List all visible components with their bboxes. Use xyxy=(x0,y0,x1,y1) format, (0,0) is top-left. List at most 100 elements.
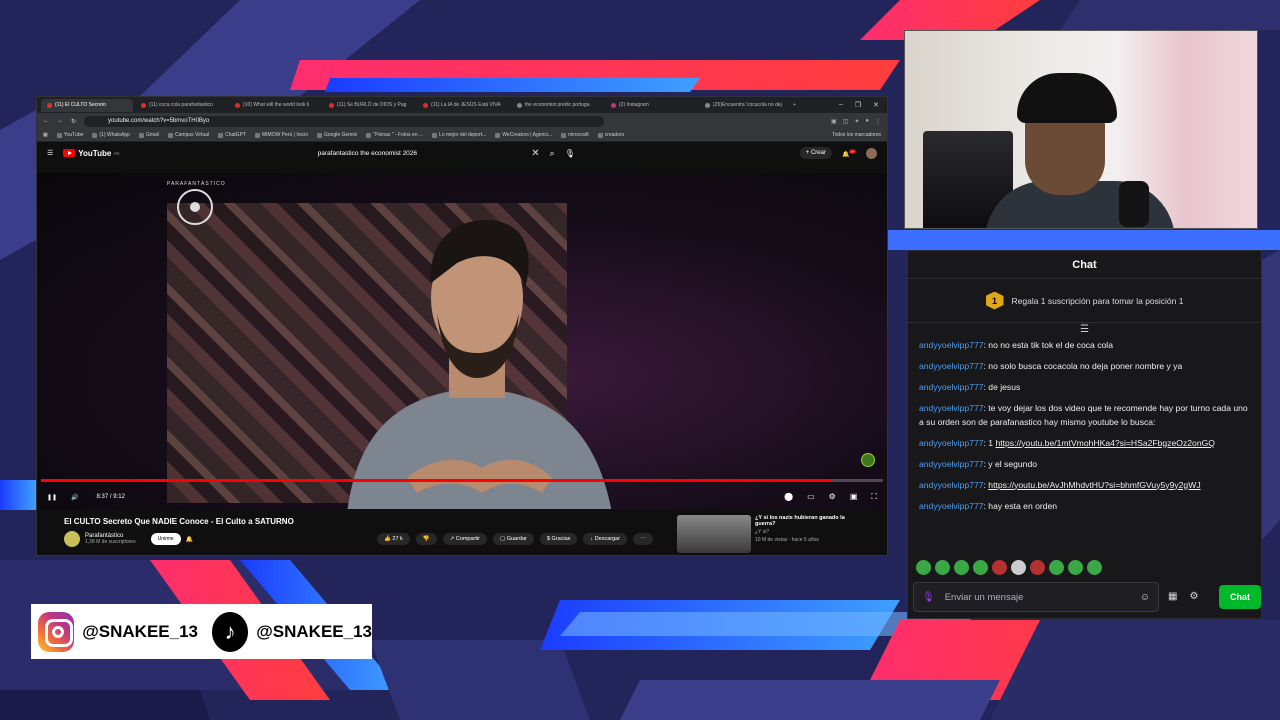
bookmark-item[interactable]: YouTube xyxy=(56,132,83,138)
like-button[interactable]: 👍 27 k xyxy=(377,533,410,545)
tab-1[interactable]: (11) coca cola parafantastico xyxy=(135,99,227,112)
chat-link[interactable]: https://youtu.be/1mtVmohHKa4?si=HSa2Fbgz… xyxy=(995,438,1215,448)
emote-icon[interactable] xyxy=(1030,560,1045,575)
hamburger-icon[interactable]: ☰ xyxy=(47,149,53,157)
search-input[interactable]: parafantastico the economist 2026 ✕ xyxy=(308,146,540,160)
extension-icon[interactable]: ▣ xyxy=(831,118,837,125)
chat-link[interactable]: https://youtu.be/AvJhMhdvtHU?si=bhmfGVuy… xyxy=(988,480,1200,490)
pause-icon[interactable]: ❚❚ xyxy=(47,494,57,501)
minimize-icon[interactable]: – xyxy=(839,101,843,109)
dislike-button[interactable]: 👎 xyxy=(415,533,437,545)
chat-username[interactable]: andyyoelvipp777 xyxy=(919,361,984,371)
chat-username[interactable]: andyyoelvipp777 xyxy=(919,438,984,448)
bell-icon[interactable]: 🔔 xyxy=(186,536,193,543)
avatar[interactable] xyxy=(866,147,877,159)
chat-send-button[interactable]: Chat xyxy=(1219,585,1261,609)
bookmark-item[interactable]: MIMOW Perú | Inicio xyxy=(254,132,308,138)
emote-icon[interactable] xyxy=(973,560,988,575)
share-button[interactable]: ↗ Compartir xyxy=(442,533,487,545)
download-button[interactable]: ↓ Descargar xyxy=(583,533,628,545)
emote-icon[interactable] xyxy=(1049,560,1064,575)
all-bookmarks[interactable]: Todos los marcadores xyxy=(832,132,881,138)
chat-username[interactable]: andyyoelvipp777 xyxy=(919,501,984,511)
browser-window: (11) El CULTO Secreto (11) coca cola par… xyxy=(36,96,888,556)
microphone-icon[interactable]: 🎙 xyxy=(565,149,575,158)
tab-0[interactable]: (11) El CULTO Secreto xyxy=(41,98,133,112)
search-icon[interactable]: ⌕ xyxy=(550,148,555,159)
bookmark-item[interactable]: Lo mejor del deport... xyxy=(432,132,486,138)
bookmark-item[interactable]: Campus Virtual xyxy=(168,132,209,138)
extension-icon[interactable]: ◫ xyxy=(843,118,849,125)
bookmark-item[interactable]: (1) WhatsApp xyxy=(92,132,130,138)
related-video-thumbnail[interactable] xyxy=(677,515,751,553)
clear-search-icon[interactable]: ✕ xyxy=(531,148,539,159)
channel-avatar[interactable] xyxy=(64,531,80,547)
youtube-logo[interactable]: YouTube PE xyxy=(63,149,120,158)
fullscreen-icon[interactable]: ⛶ xyxy=(871,492,877,502)
chat-username[interactable]: andyyoelvipp777 xyxy=(919,403,984,413)
reload-icon[interactable]: ↻ xyxy=(71,118,76,125)
forward-icon[interactable]: → xyxy=(57,118,63,124)
notifications-icon[interactable]: 🔔9+ xyxy=(842,148,856,158)
tab-2[interactable]: (10) What will the world look li xyxy=(229,99,321,112)
microphone-icon[interactable]: 🎙 xyxy=(922,592,935,603)
volume-icon[interactable]: 🔊 xyxy=(71,494,78,501)
subtitles-icon[interactable]: ▭ xyxy=(807,492,815,502)
bookmark-icon xyxy=(317,132,322,138)
url-input[interactable]: youtube.com/watch?v=5bmvoTH0Byo xyxy=(84,115,605,127)
tab-3[interactable]: (11) Se BURLÓ de DIOS y Pag xyxy=(323,99,415,112)
settings-icon[interactable]: ⚙ xyxy=(1189,591,1198,602)
chat-input[interactable]: 🎙 Enviar un mensaje ☺ xyxy=(913,582,1159,612)
bookmark-item[interactable]: creadors xyxy=(597,132,624,138)
bookmark-item[interactable]: Google Gemini xyxy=(317,132,357,138)
emote-icon[interactable] xyxy=(992,560,1007,575)
video-player[interactable]: PARAFANTÁSTICO ❚❚ 🔊 8:37 / 9:12 ⬤ ▭ ⚙ ▣ … xyxy=(37,173,887,509)
emote-icon[interactable] xyxy=(1087,560,1102,575)
collapse-handle-icon[interactable]: ☰ xyxy=(908,323,1261,337)
puzzle-icon[interactable]: ✦ xyxy=(854,118,859,125)
tab-5[interactable]: the economist predic portuga xyxy=(511,99,603,112)
chat-username[interactable]: andyyoelvipp777 xyxy=(919,340,984,350)
bookmark-icon xyxy=(254,132,260,138)
emote-icon[interactable] xyxy=(1068,560,1083,575)
settings-icon[interactable]: ⚙ xyxy=(829,492,836,502)
menu-icon[interactable]: ⋮ xyxy=(875,118,881,125)
emote-icon[interactable] xyxy=(916,560,931,575)
chat-username[interactable]: andyyoelvipp777 xyxy=(919,382,984,392)
more-options-button[interactable]: ⋯ xyxy=(633,533,653,545)
emote-icon[interactable] xyxy=(935,560,950,575)
tab-7[interactable]: (25)Encuentra 'cocacola no dej xyxy=(699,99,791,112)
back-icon[interactable]: ← xyxy=(43,118,49,124)
tab-4[interactable]: (11) La IA de JESÚS Está VIVA xyxy=(417,99,509,112)
profile-icon[interactable]: ● xyxy=(865,118,869,125)
bookmark-item[interactable]: ChatGPT xyxy=(218,132,246,138)
video-progress-bar[interactable] xyxy=(41,479,883,482)
save-button[interactable]: ▢ Guardar xyxy=(492,533,534,545)
chat-username[interactable]: andyyoelvipp777 xyxy=(919,459,984,469)
youtube-icon xyxy=(47,102,52,108)
miniplayer-icon[interactable]: ▣ xyxy=(850,492,858,502)
apps-icon[interactable]: ▦ xyxy=(43,132,48,138)
bookmark-item[interactable]: "Peinas " - Fotos en ... xyxy=(366,132,423,138)
store-icon[interactable]: ▦ xyxy=(1168,591,1177,602)
join-button[interactable]: Unirme xyxy=(150,533,181,545)
related-video-channel: ¿Y si? xyxy=(755,529,770,535)
related-video[interactable]: ¿Y si los nazis hubieran ganado la guerr… xyxy=(677,515,849,553)
tab-6[interactable]: (2) Instagram xyxy=(605,99,697,112)
overlay-badge-icon[interactable] xyxy=(861,453,875,467)
create-button[interactable]: + Crear xyxy=(799,147,832,159)
thanks-button[interactable]: $ Gracias xyxy=(539,533,578,545)
chat-username[interactable]: andyyoelvipp777 xyxy=(919,480,984,490)
chat-messages: andyyoelvipp777: no no esta tik tok el d… xyxy=(908,337,1261,513)
gift-banner[interactable]: 1 Regala 1 suscripción para tomar la pos… xyxy=(908,279,1261,323)
new-tab-icon[interactable]: + xyxy=(793,102,796,108)
emoji-icon[interactable]: ☺ xyxy=(1140,592,1150,603)
bookmark-item[interactable]: minecraft xyxy=(561,132,589,138)
autoplay-toggle[interactable]: ⬤ xyxy=(784,492,793,502)
close-icon[interactable]: ✕ xyxy=(873,101,879,109)
maximize-icon[interactable]: ❐ xyxy=(855,101,861,109)
bookmark-item[interactable]: WeCreators | Agenci... xyxy=(495,132,552,138)
emote-icon[interactable] xyxy=(1011,560,1026,575)
emote-icon[interactable] xyxy=(954,560,969,575)
bookmark-item[interactable]: Gmail xyxy=(138,132,159,138)
